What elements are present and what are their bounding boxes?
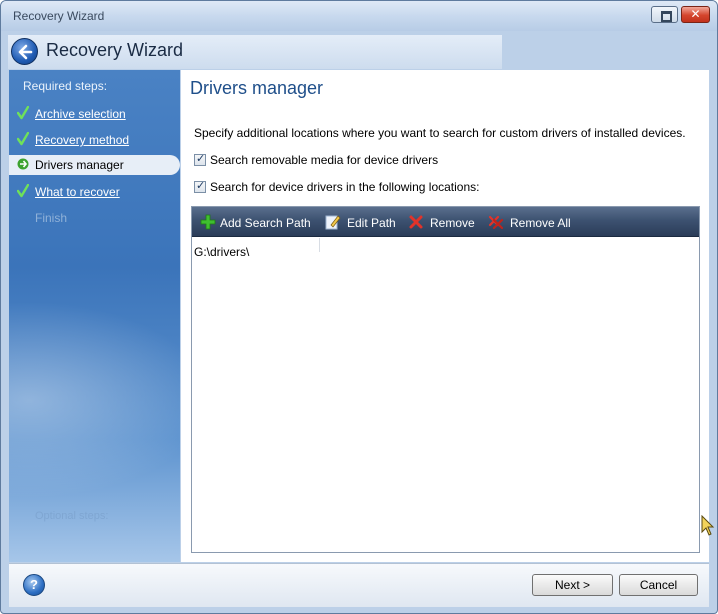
edit-path-button[interactable]: Edit Path xyxy=(325,207,400,237)
step-label[interactable]: Archive selection xyxy=(35,107,126,121)
steps-sidebar: Required steps: Archive selection Recove… xyxy=(9,70,180,562)
checkmark-icon xyxy=(17,132,29,146)
plus-icon xyxy=(200,214,216,230)
locations-label[interactable]: Search for device drivers in the followi… xyxy=(210,180,479,194)
current-step-arrow-icon xyxy=(17,158,29,170)
step-label[interactable]: What to recover xyxy=(35,185,120,199)
next-button[interactable]: Next > xyxy=(532,574,613,596)
wizard-header: Recovery Wizard xyxy=(8,35,502,69)
required-steps-heading: Required steps: xyxy=(23,79,108,93)
window-title: Recovery Wizard xyxy=(13,9,105,23)
step-drivers-manager: Drivers manager xyxy=(9,155,180,175)
step-label: Drivers manager xyxy=(35,158,124,172)
checkmark-icon xyxy=(17,184,29,198)
main-content: Drivers manager Specify additional locat… xyxy=(181,70,715,562)
step-label[interactable]: Recovery method xyxy=(35,133,129,147)
back-arrow-icon[interactable] xyxy=(11,38,38,65)
remove-all-label[interactable]: Remove All xyxy=(510,216,571,230)
locations-checkbox[interactable] xyxy=(194,179,206,193)
close-button[interactable]: ✕ xyxy=(681,6,710,23)
red-x-icon xyxy=(409,215,423,229)
wizard-footer: ? Next > Cancel xyxy=(9,563,709,607)
add-search-path-label[interactable]: Add Search Path xyxy=(220,216,311,230)
edit-icon xyxy=(325,215,341,230)
remove-label[interactable]: Remove xyxy=(430,216,475,230)
help-icon[interactable]: ? xyxy=(23,574,45,596)
recovery-wizard-window: Recovery Wizard ✕ Recovery Wizard Requir… xyxy=(0,0,718,614)
header-title: Recovery Wizard xyxy=(46,40,184,60)
edit-path-label[interactable]: Edit Path xyxy=(347,216,396,230)
checkmark-icon xyxy=(17,106,29,120)
page-title: Drivers manager xyxy=(190,78,324,98)
add-search-path-button[interactable]: Add Search Path xyxy=(200,207,315,237)
step-finish: Finish xyxy=(9,208,180,228)
double-red-x-icon xyxy=(488,215,504,230)
paths-toolbar: Add Search Path Edit Path Remove Remove … xyxy=(192,207,699,237)
step-label: Finish xyxy=(35,211,68,225)
list-item[interactable]: G:\drivers\ xyxy=(194,245,249,259)
description-text: Specify additional locations where you w… xyxy=(194,126,686,140)
step-what-to-recover[interactable]: What to recover xyxy=(9,182,180,202)
title-bar[interactable]: Recovery Wizard ✕ xyxy=(1,1,717,31)
search-paths-list[interactable]: Add Search Path Edit Path Remove Remove … xyxy=(191,206,700,553)
remove-button[interactable]: Remove xyxy=(408,207,480,237)
step-archive-selection[interactable]: Archive selection xyxy=(9,104,180,124)
removable-media-label[interactable]: Search removable media for device driver… xyxy=(210,153,438,167)
optional-steps-heading: Optional steps: xyxy=(35,510,109,522)
remove-all-button[interactable]: Remove All xyxy=(488,207,578,237)
step-recovery-method[interactable]: Recovery method xyxy=(9,130,180,150)
removable-media-checkbox[interactable] xyxy=(194,152,206,166)
mouse-cursor-icon xyxy=(701,515,715,536)
restore-button[interactable] xyxy=(651,6,678,23)
column-divider xyxy=(319,238,320,252)
cancel-button[interactable]: Cancel xyxy=(619,574,698,596)
